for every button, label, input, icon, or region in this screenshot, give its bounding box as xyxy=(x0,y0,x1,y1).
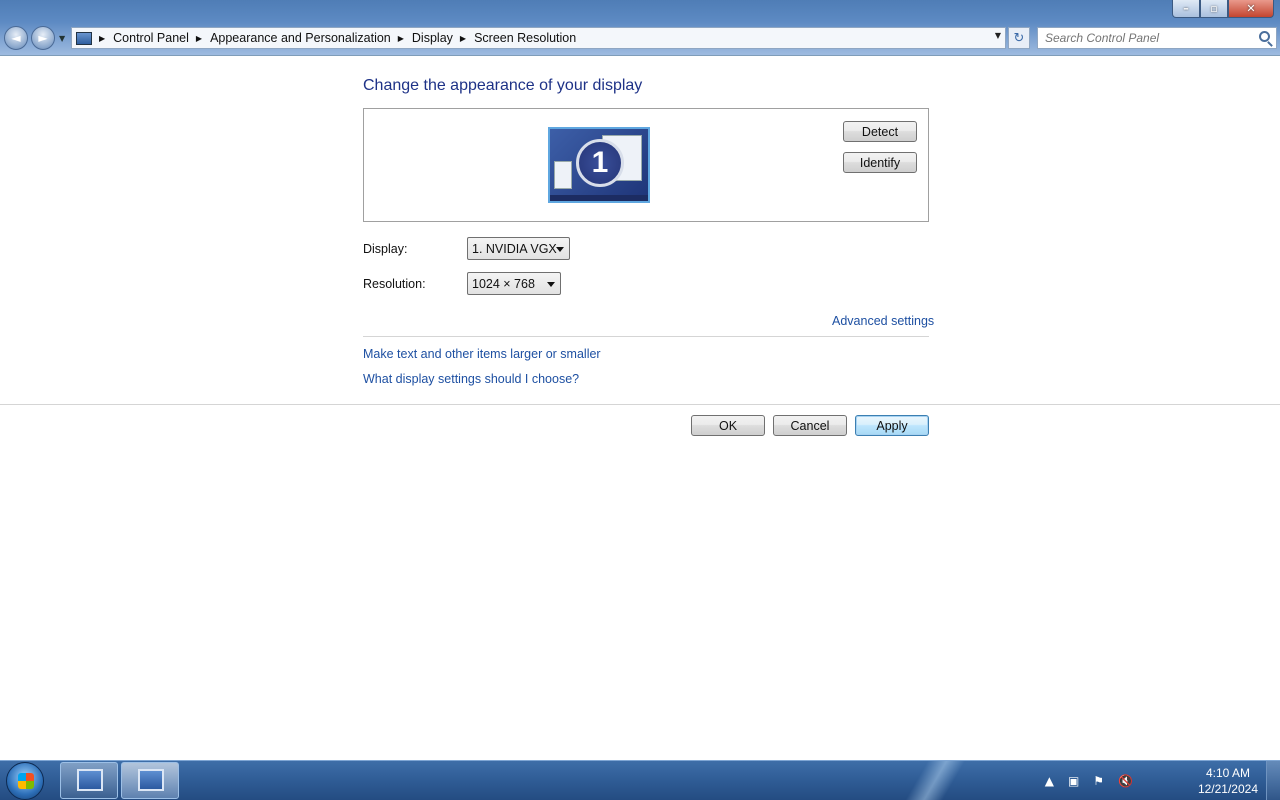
identify-button[interactable]: Identify xyxy=(843,152,917,173)
chevron-down-icon xyxy=(556,247,564,252)
close-icon: ✕ xyxy=(1246,2,1256,15)
volume-muted-icon[interactable]: 🔇 xyxy=(1118,774,1133,788)
refresh-button[interactable]: ↻ xyxy=(1008,27,1030,49)
back-button[interactable]: ◄ xyxy=(4,26,28,50)
monitor-number-badge: 1 xyxy=(576,139,624,187)
window-controls: – ▫ ✕ xyxy=(1172,0,1274,18)
search-input[interactable] xyxy=(1038,28,1248,48)
text-size-link[interactable]: Make text and other items larger or smal… xyxy=(363,347,601,361)
control-panel-icon xyxy=(138,769,164,791)
display-label: Display: xyxy=(363,242,408,256)
search-icon[interactable] xyxy=(1259,31,1270,42)
taskbar-item-control-panel[interactable] xyxy=(121,762,179,799)
resolution-select-value: 1024 × 768 xyxy=(472,276,535,291)
display-help-link[interactable]: What display settings should I choose? xyxy=(363,372,579,386)
advanced-settings-link[interactable]: Advanced settings xyxy=(832,314,934,328)
cancel-button[interactable]: Cancel xyxy=(773,415,847,436)
restore-icon: ▫ xyxy=(1210,2,1218,15)
clock-date: 12/21/2024 xyxy=(1197,782,1258,796)
taskbar: ▲ ▣ ⚑ 🔇 4:10 AM 12/21/2024 xyxy=(0,760,1280,800)
close-button[interactable]: ✕ xyxy=(1228,0,1274,18)
main-content: Change the appearance of your display 1 … xyxy=(0,57,1280,759)
breadcrumb-control-panel[interactable]: Control Panel xyxy=(113,31,189,45)
computer-icon xyxy=(77,769,103,791)
breadcrumb-separator[interactable]: ▶ xyxy=(398,34,404,43)
page-title: Change the appearance of your display xyxy=(363,77,643,94)
restore-button[interactable]: ▫ xyxy=(1200,0,1228,18)
recent-pages-dropdown[interactable]: ▼ xyxy=(59,34,65,43)
display-preview-panel: 1 Detect Identify xyxy=(363,108,929,222)
breadcrumb-appearance[interactable]: Appearance and Personalization xyxy=(210,31,391,45)
minimize-button[interactable]: – xyxy=(1172,0,1200,18)
start-button[interactable] xyxy=(6,762,44,800)
address-bar[interactable]: ▶ Control Panel ▶ Appearance and Persona… xyxy=(71,27,1006,49)
back-arrow-icon: ◄ xyxy=(11,31,21,45)
taskbar-item-computer[interactable] xyxy=(60,762,118,799)
monitor-1-thumbnail[interactable]: 1 xyxy=(548,127,650,203)
window-titlebar: – ▫ ✕ ◄ ► ▼ ▶ Control Panel ▶ Appearance… xyxy=(0,0,1280,56)
forward-button[interactable]: ► xyxy=(31,26,55,50)
clock-time: 4:10 AM xyxy=(1205,766,1250,780)
search-box[interactable] xyxy=(1037,27,1277,49)
monitor-window-thumbnail xyxy=(554,161,572,189)
forward-arrow-icon: ► xyxy=(38,31,48,45)
resolution-label: Resolution: xyxy=(363,277,426,291)
chevron-down-icon xyxy=(547,282,555,287)
breadcrumb-screen-resolution[interactable]: Screen Resolution xyxy=(474,31,576,45)
breadcrumb-separator[interactable]: ▶ xyxy=(196,34,202,43)
breadcrumb-separator[interactable]: ▶ xyxy=(460,34,466,43)
resolution-select[interactable]: 1024 × 768 xyxy=(467,272,561,295)
show-desktop-button[interactable] xyxy=(1266,761,1280,800)
control-panel-icon xyxy=(76,31,92,45)
footer-divider xyxy=(0,404,1280,405)
divider xyxy=(363,336,929,337)
action-center-flag-icon[interactable]: ⚑ xyxy=(1093,774,1104,788)
system-tray: ▲ ▣ ⚑ 🔇 xyxy=(1038,761,1140,800)
show-hidden-icons-icon[interactable]: ▲ xyxy=(1045,774,1054,788)
breadcrumb-display[interactable]: Display xyxy=(412,31,453,45)
monitor-taskbar-thumbnail xyxy=(550,195,648,201)
ok-button[interactable]: OK xyxy=(691,415,765,436)
breadcrumb-separator[interactable]: ▶ xyxy=(99,34,105,43)
minimize-icon: – xyxy=(1183,2,1189,15)
network-icon[interactable]: ▣ xyxy=(1068,774,1079,788)
display-select-value: 1. NVIDIA VGX xyxy=(472,241,557,256)
refresh-icon: ↻ xyxy=(1013,30,1025,46)
apply-button[interactable]: Apply xyxy=(855,415,929,436)
detect-button[interactable]: Detect xyxy=(843,121,917,142)
address-dropdown-icon[interactable]: ▼ xyxy=(995,31,1001,40)
display-select[interactable]: 1. NVIDIA VGX xyxy=(467,237,570,260)
clock[interactable]: 4:10 AM 12/21/2024 xyxy=(1198,765,1258,797)
